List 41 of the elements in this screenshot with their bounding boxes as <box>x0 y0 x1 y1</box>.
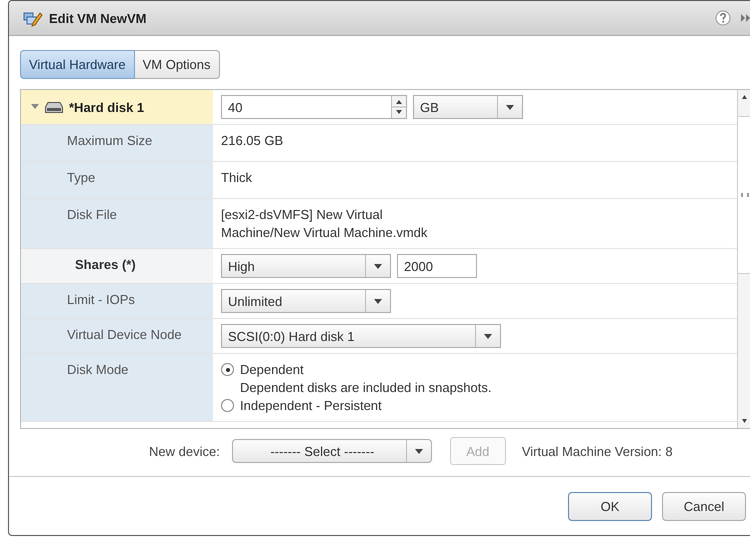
caret-icon <box>506 104 514 110</box>
caret-icon <box>374 264 382 268</box>
row-value: Machine/New Virtual Machine.vmdk <box>221 225 428 240</box>
window-title: Edit VM NewVM <box>49 10 147 26</box>
row-label: Maximum Size <box>67 133 152 148</box>
radio-button[interactable] <box>221 399 234 412</box>
grip-icon <box>740 193 748 197</box>
caret-icon <box>484 334 492 338</box>
expand-icon[interactable] <box>741 14 750 22</box>
option-description: Dependent disks are included in snapshots. <box>240 380 492 395</box>
row-label: Shares (*) <box>75 257 136 272</box>
row-value: Thick <box>221 170 252 185</box>
new-device-label: New device: <box>149 444 220 458</box>
caret-icon[interactable] <box>31 104 39 110</box>
version-label: Virtual Machine Version: 8 <box>522 444 673 458</box>
radio-label[interactable]: Dependent <box>240 362 304 377</box>
dropdown[interactable]: Unlimited <box>221 289 391 313</box>
dropdown[interactable]: High <box>221 254 391 278</box>
caret-icon <box>374 298 382 304</box>
dialog-button[interactable]: OK <box>568 492 652 520</box>
dialog-button[interactable]: Cancel <box>662 492 746 520</box>
tab[interactable]: VM Options <box>134 50 220 79</box>
caret-icon <box>414 448 423 454</box>
row-label: Limit - IOPs <box>67 292 135 307</box>
row-label: Disk Mode <box>67 362 128 377</box>
row-label: Disk File <box>67 207 117 222</box>
row-label: *Hard disk 1 <box>69 100 144 114</box>
row-label: Type <box>67 170 96 185</box>
radio-label[interactable]: Independent - Persistent <box>240 398 382 413</box>
radio-button[interactable] <box>221 363 234 376</box>
scrollbar[interactable] <box>737 90 750 428</box>
size-field[interactable]: 40 <box>221 95 407 119</box>
unit-dropdown[interactable]: GB <box>413 95 523 119</box>
dropdown[interactable]: SCSI(0:0) Hard disk 1 <box>221 324 501 348</box>
row-label: Virtual Device Node <box>67 327 182 342</box>
help-icon[interactable] <box>715 10 731 26</box>
shares-input[interactable]: 2000 <box>397 254 477 278</box>
row-value: 216.05 GB <box>221 133 284 148</box>
device-dropdown[interactable]: ------- Select ------- <box>232 439 432 463</box>
row-value: [esxi2-dsVMFS] New Virtual <box>221 207 383 222</box>
tab[interactable]: Virtual Hardware <box>20 50 135 79</box>
